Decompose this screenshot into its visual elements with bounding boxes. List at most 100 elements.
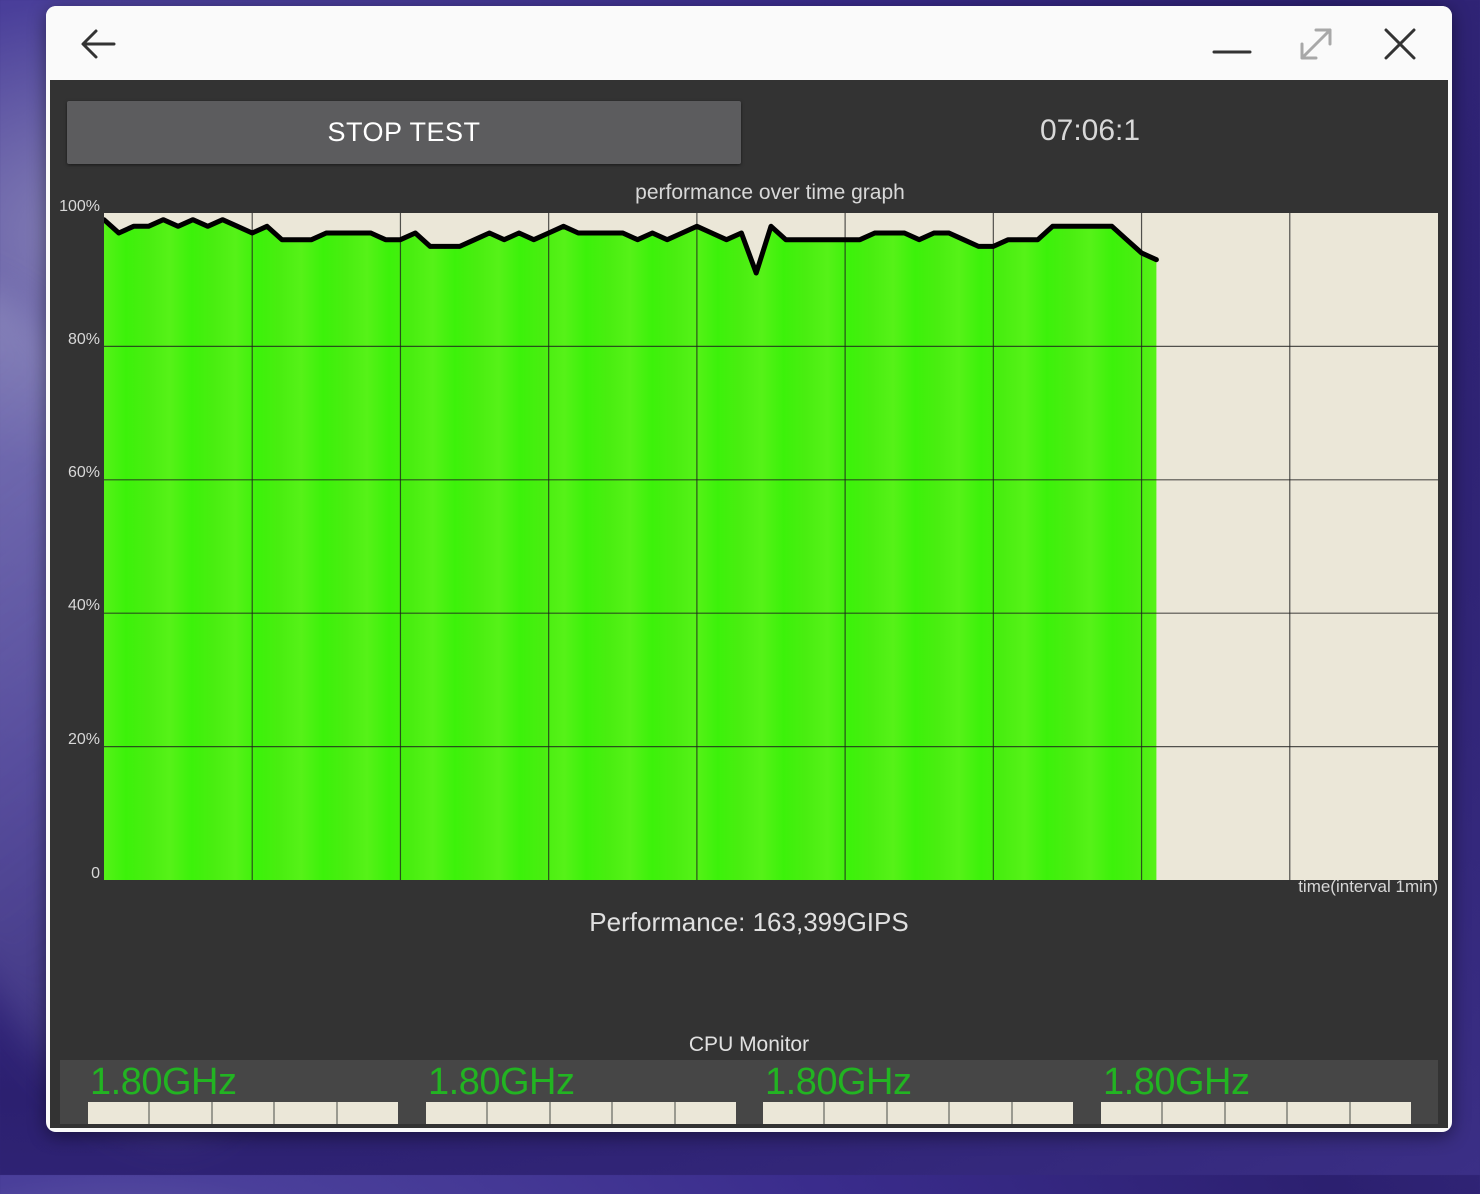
- y-tick-label: 20%: [67, 731, 100, 748]
- data-point: [413, 230, 418, 236]
- x-axis-label: time(interval 1min): [1298, 877, 1438, 896]
- data-point: [309, 237, 314, 242]
- data-point: [175, 224, 181, 229]
- core-frequency: 1.80GHz: [765, 1061, 912, 1103]
- data-point: [902, 230, 907, 236]
- data-point: [1065, 224, 1070, 229]
- data-point: [220, 217, 225, 222]
- app-content: STOP TEST 07:06:1 performance over time …: [50, 80, 1448, 1128]
- data-point: [1035, 237, 1040, 242]
- data-point: [665, 237, 670, 242]
- data-point: [472, 237, 477, 242]
- y-tick-label: 0: [91, 865, 100, 882]
- load-segment: [550, 1102, 614, 1124]
- data-point: [961, 237, 966, 242]
- data-point: [190, 217, 196, 222]
- y-tick-label: 60%: [67, 464, 100, 481]
- data-point: [1124, 237, 1129, 242]
- graph-title: performance over time graph: [635, 181, 905, 204]
- data-point: [842, 237, 848, 242]
- data-point: [605, 230, 611, 236]
- data-point: [917, 237, 922, 242]
- data-point: [457, 244, 462, 249]
- data-point: [279, 237, 285, 242]
- data-point: [516, 230, 522, 236]
- data-point: [487, 230, 492, 236]
- load-segment: [150, 1102, 213, 1124]
- cpu-core-4: 1.80GHz: [1101, 1060, 1413, 1124]
- data-point: [398, 237, 403, 242]
- data-point: [250, 230, 255, 236]
- title-bar: [46, 6, 1452, 80]
- close-icon[interactable]: [1380, 24, 1420, 64]
- data-point: [931, 230, 937, 236]
- data-point: [1139, 250, 1144, 256]
- data-point: [1154, 257, 1159, 262]
- data-point: [324, 230, 329, 236]
- data-point: [576, 230, 581, 236]
- core-frequency: 1.80GHz: [90, 1061, 237, 1103]
- core-frequency: 1.80GHz: [428, 1061, 575, 1103]
- data-point: [768, 224, 774, 229]
- load-segment: [825, 1102, 888, 1124]
- back-arrow-icon[interactable]: [78, 24, 118, 64]
- data-point: [353, 230, 359, 236]
- load-segment: [887, 1102, 951, 1124]
- load-segment: [1101, 1102, 1164, 1124]
- cpu-monitor-panel: 1.80GHz 1.80GHz 1.80GHz 1.80GHz: [60, 1060, 1438, 1124]
- data-point: [798, 237, 803, 242]
- stop-test-button[interactable]: STOP TEST: [67, 101, 741, 164]
- load-segment: [337, 1102, 399, 1124]
- data-point: [1094, 224, 1100, 229]
- data-point: [635, 237, 640, 242]
- data-point: [739, 230, 744, 236]
- data-point: [546, 230, 551, 236]
- data-point: [991, 244, 996, 249]
- maximize-icon[interactable]: [1296, 24, 1336, 64]
- core-load-bar: [763, 1102, 1074, 1124]
- load-segment: [950, 1102, 1013, 1124]
- load-segment: [1012, 1102, 1074, 1124]
- performance-area: [104, 219, 1157, 880]
- elapsed-timer: 07:06:1: [1039, 114, 1141, 147]
- data-point: [502, 237, 507, 242]
- data-point: [383, 237, 388, 242]
- data-point: [828, 237, 833, 242]
- data-point: [813, 237, 818, 242]
- data-point: [694, 224, 700, 229]
- core-load-bar: [426, 1102, 737, 1124]
- data-point: [264, 224, 270, 229]
- cpu-core-2: 1.80GHz: [426, 1060, 738, 1124]
- load-segment: [426, 1102, 489, 1124]
- data-point: [205, 224, 210, 229]
- load-segment: [1350, 1102, 1412, 1124]
- cpu-monitor-title: CPU Monitor: [688, 1033, 810, 1056]
- load-segment: [275, 1102, 338, 1124]
- data-point: [146, 224, 151, 229]
- core-frequency: 1.80GHz: [1103, 1061, 1250, 1103]
- performance-chart: [104, 213, 1438, 880]
- data-point: [783, 237, 788, 242]
- load-segment: [1163, 1102, 1226, 1124]
- data-point: [754, 270, 759, 276]
- minimize-icon[interactable]: [1212, 24, 1252, 64]
- cpu-core-1: 1.80GHz: [88, 1060, 400, 1124]
- data-point: [294, 237, 299, 242]
- data-point: [857, 237, 863, 242]
- data-point: [368, 230, 373, 236]
- data-point: [442, 244, 448, 249]
- data-point: [427, 244, 433, 249]
- data-point: [679, 230, 685, 236]
- data-point: [1109, 224, 1115, 229]
- performance-readout: Performance: 163,399GIPS: [589, 907, 909, 937]
- core-load-bar: [88, 1102, 399, 1124]
- data-point: [590, 230, 596, 236]
- data-point: [709, 230, 714, 236]
- load-segment: [675, 1102, 737, 1124]
- data-point: [1006, 237, 1011, 242]
- data-point: [620, 230, 625, 236]
- data-point: [946, 230, 952, 236]
- y-tick-label: 100%: [59, 198, 100, 215]
- data-point: [561, 224, 566, 229]
- load-segment: [212, 1102, 276, 1124]
